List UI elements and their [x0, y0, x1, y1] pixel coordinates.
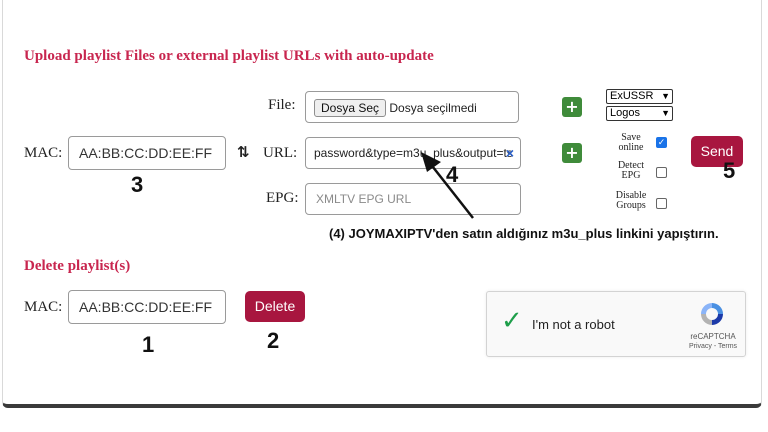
- annotation-number-1: 1: [142, 332, 155, 357]
- recaptcha-links: Privacy - Terms: [685, 343, 741, 350]
- logos-select-value: Logos: [610, 107, 640, 119]
- recaptcha-checkbox-icon[interactable]: ✓: [501, 306, 523, 336]
- chevron-down-icon: ▼: [661, 91, 670, 101]
- add-url-button[interactable]: +: [562, 143, 582, 163]
- disable-groups-label: Disable Groups: [615, 190, 647, 211]
- file-label: File:: [268, 97, 296, 113]
- file-status: Dosya seçilmedi: [389, 101, 477, 115]
- delete-section-title: Delete playlist(s): [24, 258, 131, 274]
- file-input[interactable]: Dosya Seç Dosya seçilmedi: [305, 91, 519, 123]
- annotation-number-3: 3: [131, 172, 144, 197]
- delete-mac-input[interactable]: AA:BB:CC:DD:EE:FF: [68, 290, 226, 324]
- annotation-arrow-icon: [421, 152, 474, 219]
- disable-groups-checkbox[interactable]: [656, 198, 667, 209]
- swap-icon[interactable]: ⇅: [237, 143, 250, 161]
- save-online-checkbox[interactable]: ✓: [656, 137, 667, 148]
- annotation-number-2: 2: [267, 328, 280, 353]
- epg-placeholder: XMLTV EPG URL: [316, 192, 412, 206]
- choose-file-button[interactable]: Dosya Seç: [314, 99, 387, 117]
- add-file-button[interactable]: +: [562, 97, 582, 117]
- mac-input[interactable]: AA:BB:CC:DD:EE:FF: [68, 136, 226, 170]
- country-select-value: ExUSSR: [610, 90, 654, 102]
- logos-select[interactable]: Logos ▼: [606, 106, 673, 121]
- save-online-label: Save online: [618, 132, 644, 153]
- detect-epg-checkbox[interactable]: [656, 167, 667, 178]
- detect-epg-label: Detect EPG: [617, 160, 645, 181]
- chevron-down-icon: ▼: [661, 108, 670, 118]
- url-label: URL:: [263, 145, 298, 161]
- mac-label: MAC:: [24, 145, 63, 161]
- instruction-text: (4) JOYMAXIPTV'den satın aldığınız m3u_p…: [329, 226, 719, 241]
- terms-link[interactable]: Terms: [718, 343, 737, 350]
- recaptcha-widget: ✓ I'm not a robot reCAPTCHA Privacy - Te…: [486, 291, 746, 357]
- delete-mac-label: MAC:: [24, 299, 63, 315]
- epg-label: EPG:: [266, 190, 299, 206]
- recaptcha-brand: reCAPTCHA: [690, 332, 736, 341]
- annotation-number-5: 5: [723, 158, 736, 183]
- privacy-link[interactable]: Privacy: [689, 343, 712, 350]
- country-select[interactable]: ExUSSR ▼: [606, 89, 673, 104]
- upload-section-title: Upload playlist Files or external playli…: [24, 48, 434, 64]
- recaptcha-label[interactable]: I'm not a robot: [532, 317, 615, 332]
- clear-url-icon[interactable]: ×: [506, 138, 514, 168]
- delete-button[interactable]: Delete: [245, 291, 305, 322]
- recaptcha-logo-icon: [701, 303, 723, 325]
- playlist-panel: Upload playlist Files or external playli…: [2, 0, 762, 408]
